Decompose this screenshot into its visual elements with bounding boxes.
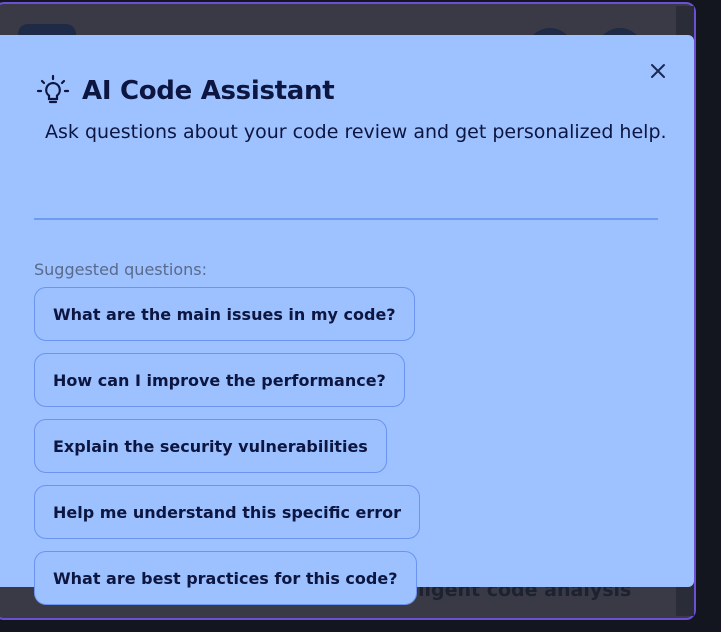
suggested-questions-label: Suggested questions:	[34, 260, 207, 279]
close-icon	[651, 64, 665, 78]
dialog-subtitle: Ask questions about your code review and…	[45, 121, 667, 143]
suggestion-button-specific-error[interactable]: Help me understand this specific error	[34, 485, 421, 539]
screen: ntelligent code analysis AI Code Assista…	[0, 0, 721, 632]
suggestion-button-main-issues[interactable]: What are the main issues in my code?	[34, 287, 415, 341]
dialog-header: AI Code Assistant	[36, 74, 335, 108]
suggestion-button-best-practices[interactable]: What are best practices for this code?	[34, 551, 417, 605]
close-button[interactable]	[645, 58, 671, 84]
suggestion-button-security[interactable]: Explain the security vulnerabilities	[34, 419, 387, 473]
suggestion-button-performance[interactable]: How can I improve the performance?	[34, 353, 405, 407]
divider	[34, 218, 658, 220]
dialog-title: AI Code Assistant	[82, 76, 335, 106]
lightbulb-icon	[36, 74, 70, 104]
